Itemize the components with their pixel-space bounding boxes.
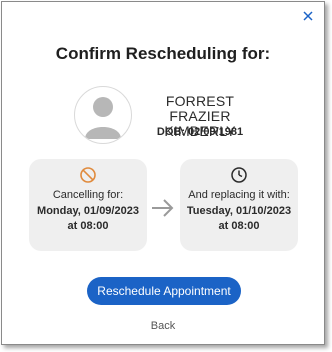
avatar — [74, 86, 132, 144]
back-link[interactable]: Back — [2, 320, 324, 332]
clock-icon — [231, 167, 247, 183]
replacing-time: at 08:00 — [218, 220, 260, 232]
replacing-date: Tuesday, 01/10/2023 — [186, 205, 292, 217]
no-entry-icon — [80, 167, 96, 183]
dialog-title: Confirm Rescheduling for: — [55, 44, 271, 63]
close-icon[interactable] — [301, 9, 315, 23]
cancelling-label: Cancelling for: — [52, 189, 124, 201]
person-silhouette-icon — [85, 97, 121, 139]
patient-name-line1: FORREST FRAZIER — [165, 93, 235, 124]
reschedule-appointment-button[interactable]: Reschedule Appointment — [87, 277, 241, 305]
replacing-label: And replacing it with: — [188, 189, 290, 201]
patient-dob: DOB: 02/09/1981 — [156, 126, 244, 138]
arrow-right-icon — [152, 199, 174, 217]
cancelling-date: Monday, 01/09/2023 — [37, 205, 139, 217]
cancelling-time: at 08:00 — [67, 220, 109, 232]
reschedule-dialog: Confirm Rescheduling for: FORREST FRAZIE… — [1, 1, 325, 345]
replacing-card: And replacing it with: Tuesday, 01/10/20… — [180, 159, 298, 251]
cancelling-card: Cancelling for: Monday, 01/09/2023 at 08… — [29, 159, 147, 251]
